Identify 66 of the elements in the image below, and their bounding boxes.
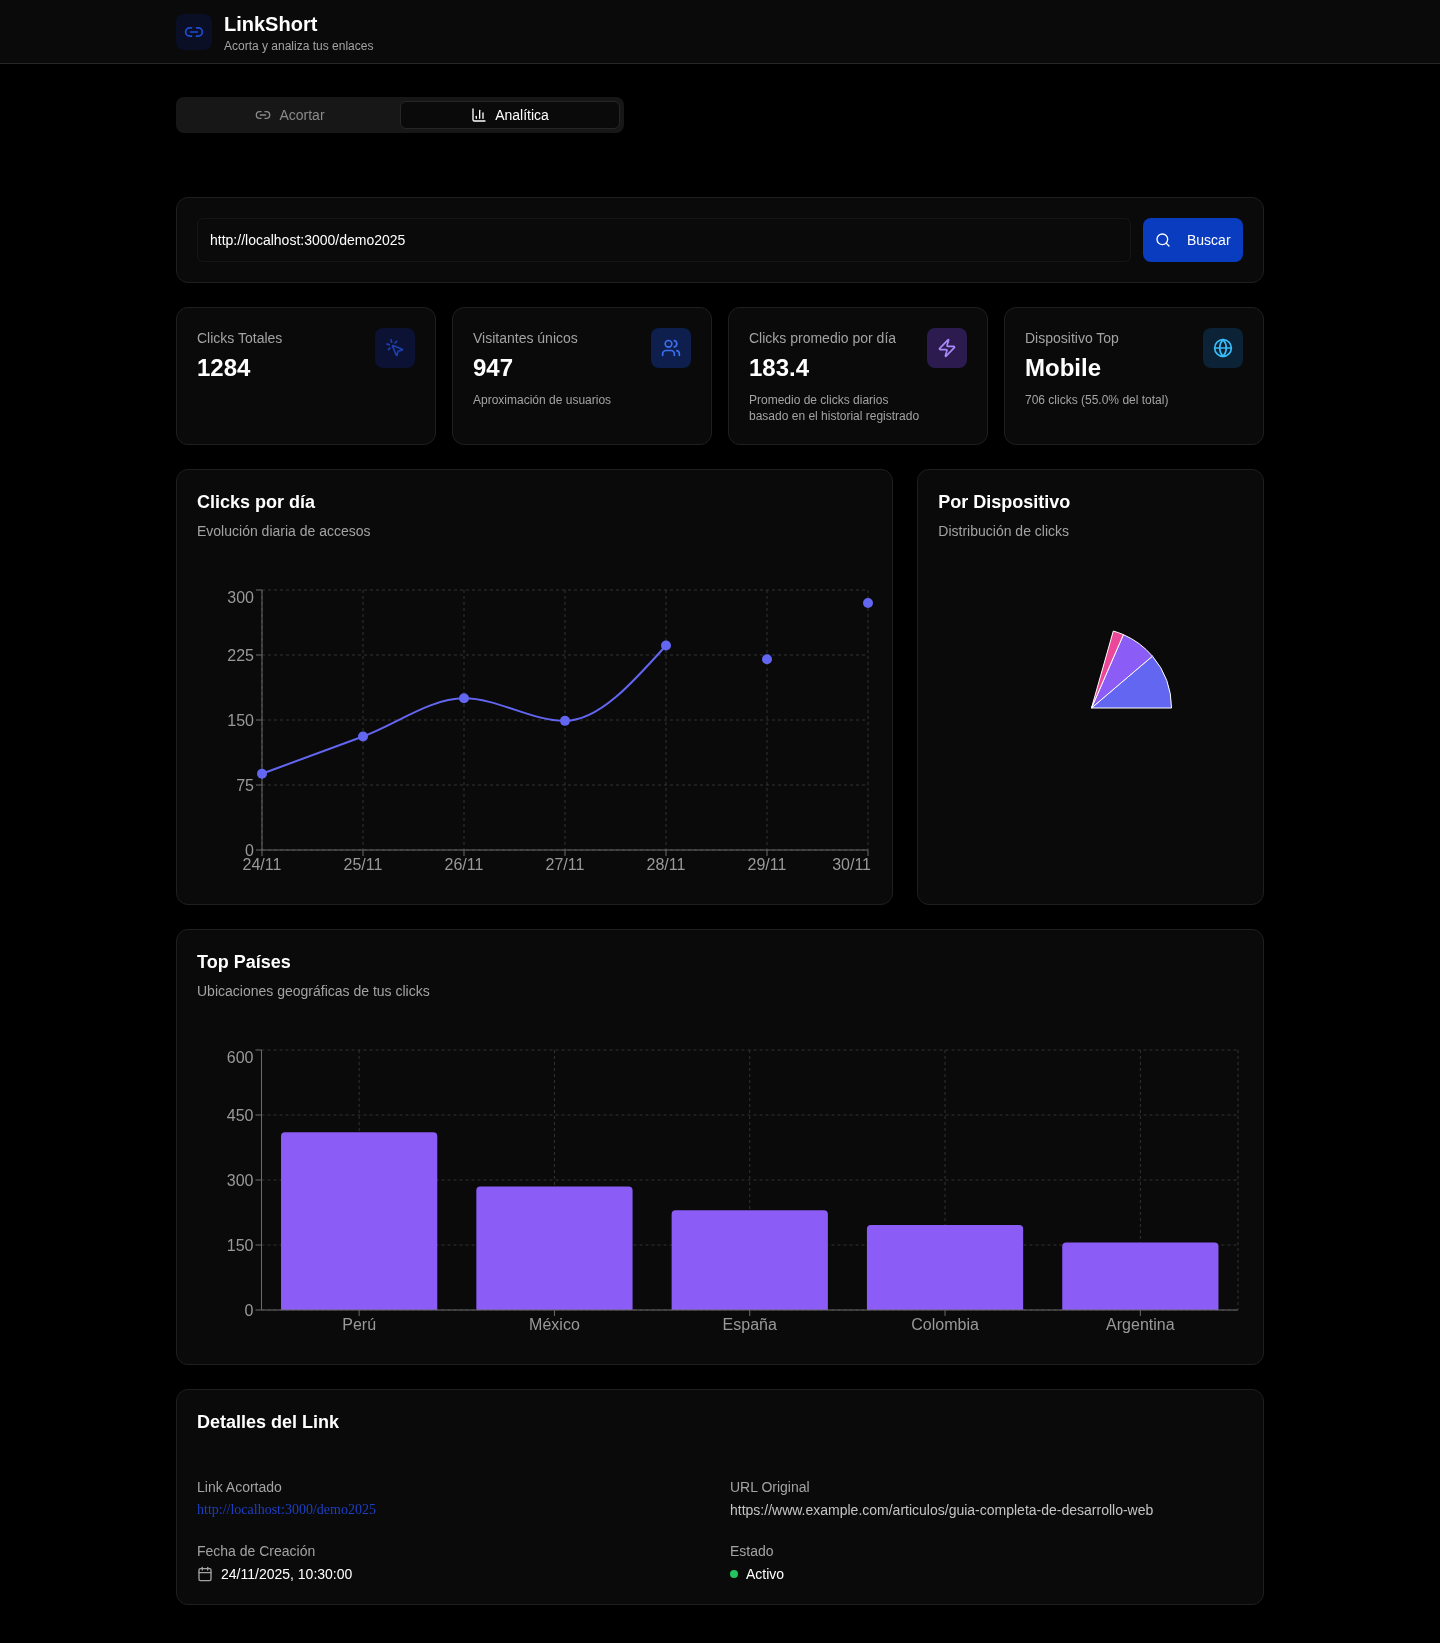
data-point [257, 768, 267, 779]
search-icon [1155, 232, 1171, 248]
users-icon [651, 328, 691, 368]
stat-label: Visitantes únicos [473, 329, 579, 348]
stat-label: Clicks promedio por día [749, 329, 898, 348]
card-title: Clicks por día [197, 491, 317, 514]
tab[interactable]: Acortar [180, 101, 400, 129]
x-tick-label: Argentina [1106, 1315, 1175, 1333]
card-subtitle: Distribución de clicks [938, 522, 1071, 541]
stat-description: 706 clicks (55.0% del total) [1025, 392, 1170, 408]
x-tick-label: Perú [342, 1315, 377, 1333]
creation-date: 24/11/2025, 10:30:00 [221, 1565, 353, 1584]
card-subtitle: Ubicaciones geográficas de tus clicks [197, 982, 431, 1001]
field-label: Fecha de Creación [197, 1542, 317, 1561]
y-tick-label: 300 [227, 588, 254, 606]
cursor-click-icon [375, 328, 415, 368]
field-label: Link Acortado [197, 1478, 283, 1497]
search-field[interactable]: http://localhost:3000/demo2025 [197, 218, 1131, 262]
card-title: Por Dispositivo [938, 491, 1072, 514]
x-tick-label: 26/11 [444, 855, 484, 873]
globe-icon [1203, 328, 1243, 368]
stat-value: 1284 [197, 353, 252, 383]
data-point [358, 731, 368, 742]
original-url: https://www.example.com/articulos/guia-completa-de-desarrollo-web [730, 1501, 1155, 1520]
y-tick-label: 75 [236, 776, 254, 794]
lightning-icon [927, 328, 967, 368]
search-button[interactable]: Buscar [1143, 218, 1243, 262]
y-tick-label: 0 [244, 1301, 254, 1319]
x-tick-label: 27/11 [545, 855, 585, 873]
stat-description: Promedio de clicks diarios basado en el historial registrado [749, 392, 921, 424]
data-point [762, 654, 772, 665]
stat-value: 183.4 [749, 353, 811, 383]
data-point [661, 640, 671, 651]
x-tick-label: 30/11 [832, 855, 871, 873]
app-title: LinkShort [224, 11, 319, 37]
x-tick-label: 29/11 [747, 855, 787, 873]
app-subtitle: Acorta y analiza tus enlaces [224, 37, 374, 54]
status-text: Activo [746, 1565, 785, 1584]
link-logo-icon [176, 13, 212, 50]
bar-chart-icon [471, 107, 488, 123]
stat-value: Mobile [1025, 353, 1102, 383]
field-label: URL Original [730, 1478, 811, 1497]
x-tick-label: México [529, 1315, 580, 1333]
data-point [560, 715, 570, 726]
field-label: Estado [730, 1542, 775, 1561]
y-tick-label: 450 [226, 1106, 254, 1124]
card-title: Top Países [197, 951, 292, 974]
stat-label: Clicks Totales [197, 329, 284, 348]
x-tick-label: España [722, 1315, 777, 1333]
calendar-icon [197, 1566, 213, 1582]
card-subtitle: Evolución diaria de accesos [197, 522, 372, 541]
tab[interactable]: Analítica [400, 101, 620, 129]
card-title: Detalles del Link [197, 1411, 341, 1434]
y-tick-label: 225 [227, 646, 254, 664]
data-point [863, 598, 873, 608]
stat-value: 947 [473, 353, 515, 383]
x-tick-label: 28/11 [646, 855, 686, 873]
y-tick-label: 300 [226, 1171, 254, 1189]
stat-description: Aproximación de usuarios [473, 392, 613, 408]
data-point [459, 693, 469, 704]
x-tick-label: 25/11 [343, 855, 383, 873]
y-tick-label: 600 [226, 1048, 254, 1066]
y-tick-label: 150 [226, 1236, 254, 1254]
stat-label: Dispositivo Top [1025, 329, 1120, 348]
x-tick-label: Colombia [911, 1315, 979, 1333]
y-tick-label: 150 [227, 711, 254, 729]
